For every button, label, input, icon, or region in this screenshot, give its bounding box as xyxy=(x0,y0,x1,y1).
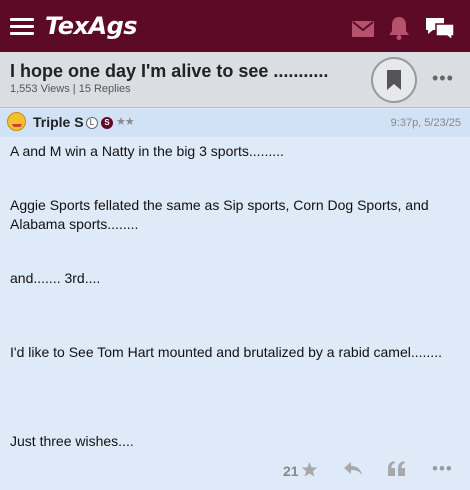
status-badge: S xyxy=(101,117,113,129)
post-paragraph: I'd like to See Tom Hart mounted and bru… xyxy=(10,344,442,360)
top-navigation-bar: TexAgs xyxy=(0,0,470,52)
bookmark-button[interactable] xyxy=(371,57,417,103)
post-timestamp: 9:37p, 5/23/25 xyxy=(390,117,461,129)
user-avatar[interactable] xyxy=(7,112,26,131)
site-logo[interactable]: TexAgs xyxy=(45,12,138,40)
mail-icon[interactable] xyxy=(352,21,374,37)
post-paragraph: Just three wishes.... xyxy=(10,433,134,449)
reply-icon[interactable] xyxy=(344,462,362,476)
menu-icon[interactable] xyxy=(10,18,34,36)
rating-stars: ★★ xyxy=(116,116,135,128)
quote-icon[interactable] xyxy=(388,461,405,476)
more-icon[interactable]: ••• xyxy=(432,459,453,479)
thread-title: I hope one day I'm alive to see ........… xyxy=(10,61,329,81)
like-count: 21 xyxy=(283,463,299,479)
post-paragraph: A and M win a Natty in the big 3 sports.… xyxy=(10,143,284,159)
star-icon[interactable] xyxy=(301,461,318,478)
thread-views-replies: 1,553 Views | 15 Replies xyxy=(10,83,131,95)
post-author[interactable]: Triple S xyxy=(33,114,84,130)
bookmark-icon xyxy=(387,70,401,90)
post-actions-bar: 21 ••• xyxy=(0,455,470,485)
post-paragraph: Aggie Sports fellated the same as Sip sp… xyxy=(10,197,429,232)
chat-icon[interactable] xyxy=(424,16,456,42)
bell-icon[interactable] xyxy=(388,16,410,40)
level-badge: L xyxy=(86,117,98,129)
post-paragraph: and....... 3rd.... xyxy=(10,270,101,286)
thread-more-icon[interactable]: ••• xyxy=(432,68,454,89)
